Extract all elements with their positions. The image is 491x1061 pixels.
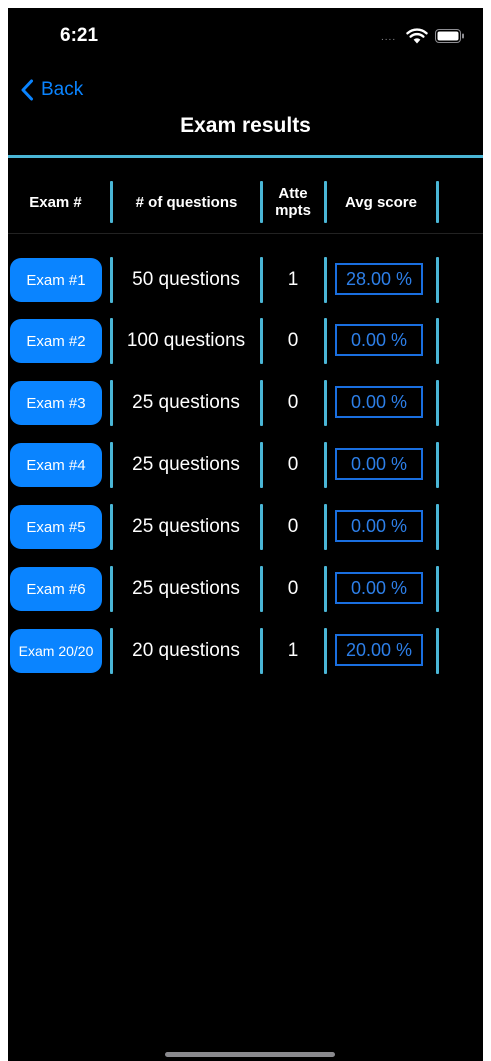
table-row: Exam #1 50 questions 1 28.00 % (8, 255, 483, 305)
column-divider (110, 181, 113, 223)
column-divider (260, 181, 263, 223)
home-indicator[interactable] (165, 1052, 335, 1057)
question-count: 25 questions (132, 516, 240, 537)
exam-button[interactable]: Exam 20/20 (10, 629, 102, 673)
column-divider (436, 504, 439, 550)
cellular-signal-indicator: .... (381, 32, 397, 43)
battery-icon (435, 29, 464, 43)
table-row: Exam #5 25 questions 0 0.00 % (8, 502, 483, 552)
attempt-count: 1 (287, 640, 299, 661)
avg-score-value: 20.00 % (335, 634, 423, 666)
table-row: Exam 20/20 20 questions 1 20.00 % (8, 626, 483, 676)
column-divider (436, 181, 439, 223)
status-bar: 6:21 .... (8, 8, 483, 62)
exam-button[interactable]: Exam #4 (10, 443, 102, 487)
question-count: 25 questions (132, 454, 240, 475)
page-title: Exam results (180, 114, 311, 137)
column-divider (436, 257, 439, 303)
attempt-count: 0 (287, 516, 299, 537)
avg-score-value: 0.00 % (335, 324, 423, 356)
avg-score-value: 0.00 % (335, 510, 423, 542)
attempt-count: 0 (287, 392, 299, 413)
table-header: Exam # # of questions Atte mpts Avg scor… (8, 172, 483, 232)
exam-button[interactable]: Exam #5 (10, 505, 102, 549)
table-row: Exam #6 25 questions 0 0.00 % (8, 564, 483, 614)
column-header-attempts: Atte mpts (275, 185, 311, 219)
attempt-count: 0 (287, 454, 299, 475)
exam-button[interactable]: Exam #3 (10, 381, 102, 425)
back-label: Back (41, 79, 84, 100)
column-divider (324, 380, 327, 426)
exam-button[interactable]: Exam #6 (10, 567, 102, 611)
question-count: 25 questions (132, 578, 240, 599)
table-row: Exam #3 25 questions 0 0.00 % (8, 378, 483, 428)
table-row: Exam #4 25 questions 0 0.00 % (8, 440, 483, 490)
question-count: 50 questions (132, 269, 240, 290)
column-divider (324, 257, 327, 303)
wifi-icon (406, 28, 428, 44)
column-divider (324, 181, 327, 223)
column-divider (110, 257, 113, 303)
column-divider (436, 318, 439, 364)
column-header-exam: Exam # (29, 193, 82, 211)
column-divider (110, 628, 113, 674)
avg-score-value: 0.00 % (335, 386, 423, 418)
question-count: 20 questions (132, 640, 240, 661)
column-divider (324, 318, 327, 364)
exam-button[interactable]: Exam #2 (10, 319, 102, 363)
column-divider (324, 442, 327, 488)
column-divider (436, 442, 439, 488)
column-divider (436, 566, 439, 612)
column-divider (110, 504, 113, 550)
column-divider (436, 380, 439, 426)
column-divider (436, 628, 439, 674)
question-count: 100 questions (126, 330, 246, 351)
nav-divider (8, 155, 483, 158)
column-header-questions: # of questions (135, 193, 238, 211)
status-time: 6:21 (60, 25, 99, 46)
header-divider (8, 233, 483, 234)
attempt-count: 0 (287, 330, 299, 351)
column-divider (110, 442, 113, 488)
avg-score-value: 0.00 % (335, 448, 423, 480)
attempt-count: 0 (287, 578, 299, 599)
chevron-left-icon (21, 79, 33, 101)
column-divider (110, 566, 113, 612)
column-divider (324, 628, 327, 674)
column-header-avg-score: Avg score (345, 193, 417, 211)
back-button[interactable]: Back (20, 76, 83, 104)
column-divider (110, 380, 113, 426)
avg-score-value: 28.00 % (335, 263, 423, 295)
column-divider (324, 504, 327, 550)
app-screen: 6:21 .... Back Exam results Exam # # of … (8, 8, 483, 1061)
avg-score-value: 0.00 % (335, 572, 423, 604)
attempt-count: 1 (287, 269, 299, 290)
question-count: 25 questions (132, 392, 240, 413)
column-divider (110, 318, 113, 364)
column-divider (324, 566, 327, 612)
table-row: Exam #2 100 questions 0 0.00 % (8, 316, 483, 366)
exam-button[interactable]: Exam #1 (10, 258, 102, 302)
